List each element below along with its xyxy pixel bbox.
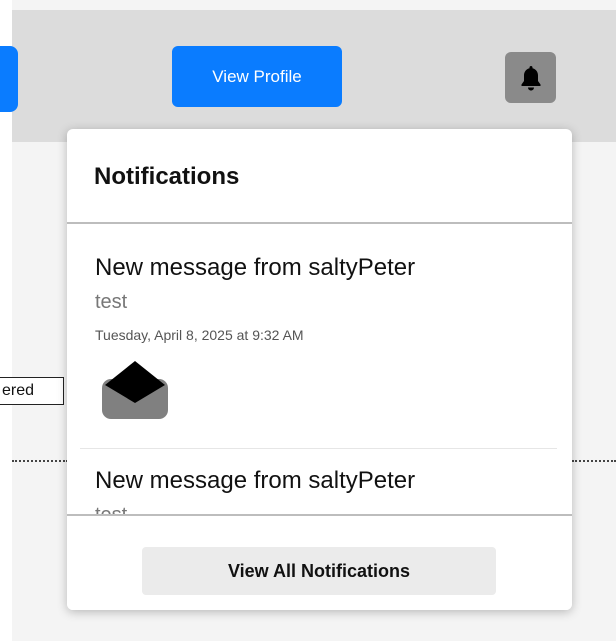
view-profile-button[interactable]: View Profile xyxy=(172,46,342,107)
app-page: View Profile ered Notifications New mess… xyxy=(0,0,616,641)
envelope-open-icon xyxy=(102,361,168,419)
notifications-list[interactable]: New message from saltyPeter test Tuesday… xyxy=(67,224,572,514)
notifications-title: Notifications xyxy=(94,163,240,190)
notifications-header: Notifications xyxy=(67,129,572,224)
partial-background-label: ered xyxy=(0,377,64,405)
bell-icon xyxy=(521,65,540,90)
notification-body: test xyxy=(95,291,128,313)
dotted-divider-right xyxy=(572,460,616,462)
notification-timestamp: Tuesday, April 8, 2025 at 9:32 AM xyxy=(95,327,304,343)
notification-item[interactable]: New message from saltyPeter test Tuesday… xyxy=(80,224,557,449)
notification-message: New message from saltyPeter xyxy=(95,254,416,281)
notification-body: test xyxy=(95,504,127,514)
partial-left-button[interactable] xyxy=(0,46,18,112)
notification-message: New message from saltyPeter xyxy=(95,467,416,494)
notifications-footer: View All Notifications xyxy=(67,514,572,610)
notification-item[interactable]: New message from saltyPeter test xyxy=(80,449,557,514)
view-all-notifications-button[interactable]: View All Notifications xyxy=(142,547,496,595)
notifications-bell-button[interactable] xyxy=(505,52,556,103)
dotted-divider-left xyxy=(12,460,68,462)
notifications-dropdown: Notifications New message from saltyPete… xyxy=(67,129,572,610)
